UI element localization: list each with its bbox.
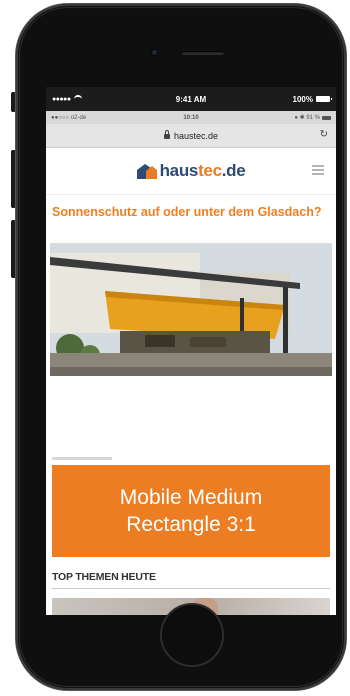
section-title-top-themen: TOP THEMEN HEUTE [52,571,330,589]
ad-banner[interactable]: Mobile Medium Rectangle 3:1 [52,465,330,557]
logo-text-de: .de [221,161,246,180]
reload-icon[interactable]: ↻ [320,129,328,140]
earpiece-speaker [182,51,224,55]
status-bar: ●●●●● 9:41 AM 100% [46,87,336,111]
browser-url-bar[interactable]: haustec.de ↻ [46,124,336,148]
patio-awning-illustration [50,243,332,376]
ad-text-line2: Rectangle 3:1 [126,513,256,536]
home-button[interactable] [160,603,224,667]
front-camera [150,48,159,57]
lock-icon [163,130,170,139]
inner-battery-text: ● ✱ 91 % [294,115,320,121]
url-text[interactable]: haustec.de [174,131,218,141]
site-header: haustec.de [46,148,336,195]
house-logo-icon [136,164,157,179]
article-headline[interactable]: Sonnenschutz auf oder unter dem Glasdach… [46,195,336,239]
ad-text-line1: Mobile Medium [119,486,263,509]
battery-percent: 100% [292,94,313,104]
inner-time: 10:10 [183,114,199,121]
site-logo[interactable]: haustec.de [136,161,246,181]
hamburger-menu-icon[interactable] [312,165,324,175]
phone-screen: ●●●●● 9:41 AM 100% ●●○○○ o2-de 10:10 ● ✱… [46,87,336,615]
logo-text-tec: tec [198,161,222,180]
inner-status-bar: ●●○○○ o2-de 10:10 ● ✱ 91 % [46,111,336,124]
inner-battery-icon [322,115,331,120]
battery-icon [316,96,332,102]
image-caption [52,457,112,460]
article-hero-image[interactable] [50,243,332,376]
logo-text-haus: haus [159,161,199,180]
